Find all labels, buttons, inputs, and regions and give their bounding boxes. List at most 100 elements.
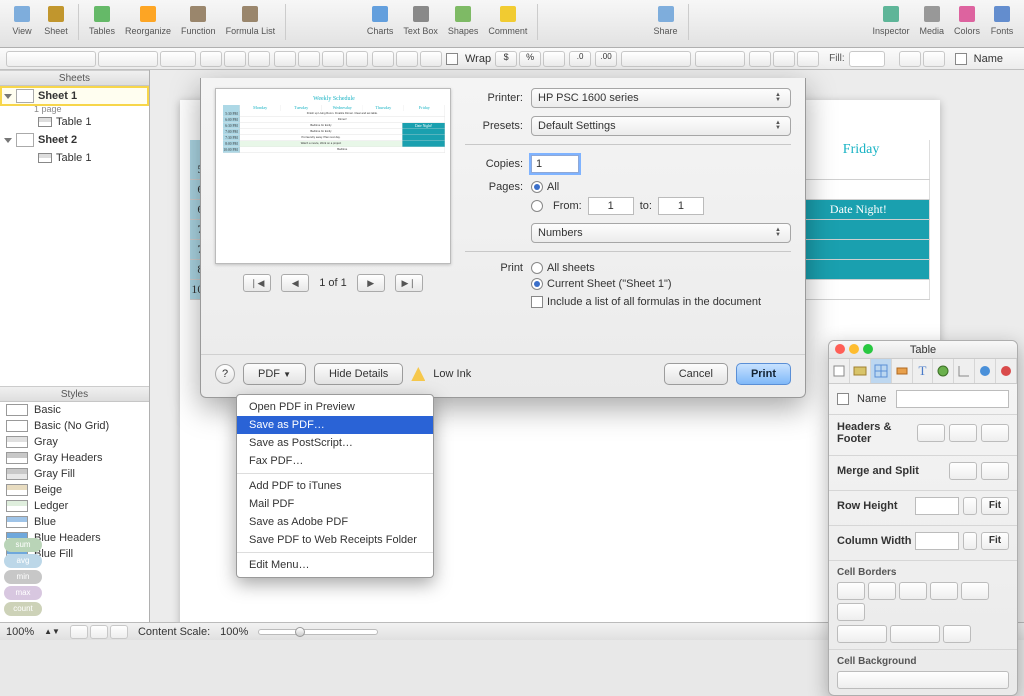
disclosure-icon[interactable] bbox=[4, 94, 12, 99]
header-cols-popup[interactable] bbox=[949, 424, 977, 442]
cell-bg-popup[interactable] bbox=[837, 671, 1009, 689]
quick-count[interactable]: count bbox=[4, 602, 42, 616]
quick-max[interactable]: max bbox=[4, 586, 42, 600]
border-color-well[interactable] bbox=[943, 625, 971, 643]
quick-min[interactable]: min bbox=[4, 570, 42, 584]
inspector-tab-metrics[interactable] bbox=[954, 359, 975, 383]
pages-range-radio[interactable] bbox=[531, 200, 543, 212]
style-blue[interactable]: Blue bbox=[0, 514, 149, 530]
inspector-tab-table[interactable] bbox=[871, 359, 892, 383]
cell-format-popup[interactable] bbox=[621, 51, 691, 67]
pdf-menu-item[interactable]: Save as PDF… bbox=[237, 416, 433, 434]
last-page-button[interactable]: ▶❘ bbox=[395, 274, 423, 292]
pages-all-radio[interactable] bbox=[531, 181, 543, 193]
style-basic-no-grid-[interactable]: Basic (No Grid) bbox=[0, 418, 149, 434]
border-weight-popup[interactable] bbox=[890, 625, 940, 643]
zoom-stepper-icon[interactable]: ▲▼ bbox=[44, 627, 60, 636]
decimals-inc-button[interactable]: .00 bbox=[595, 51, 617, 67]
border-inside-button[interactable] bbox=[899, 582, 927, 600]
border-weight-button[interactable] bbox=[773, 51, 795, 67]
name-checkbox[interactable]: Name bbox=[955, 53, 1003, 65]
toolbar-reorganize[interactable]: Reorganize bbox=[121, 2, 175, 36]
toolbar-tables[interactable]: Tables bbox=[85, 2, 119, 36]
valign-top-button[interactable] bbox=[372, 51, 394, 67]
zoom-value[interactable]: 100% bbox=[6, 626, 34, 638]
border-h-button[interactable] bbox=[961, 582, 989, 600]
toolbar-inspector[interactable]: Inspector bbox=[868, 2, 913, 36]
inspector-tab-cell[interactable] bbox=[892, 359, 913, 383]
toolbar-fonts[interactable]: Fonts bbox=[986, 2, 1018, 36]
style-ledger[interactable]: Ledger bbox=[0, 498, 149, 514]
toolbar-sheet[interactable]: Sheet bbox=[40, 2, 72, 36]
inspector-tab-chart[interactable] bbox=[975, 359, 996, 383]
toolbar-media[interactable]: Media bbox=[915, 2, 948, 36]
inspector-tab-sheet[interactable] bbox=[850, 359, 871, 383]
view-mode-3[interactable] bbox=[110, 625, 128, 639]
next-page-button[interactable]: ▶ bbox=[357, 274, 385, 292]
border-style-popup[interactable] bbox=[837, 625, 887, 643]
align-center-button[interactable] bbox=[298, 51, 320, 67]
pdf-menu[interactable]: Open PDF in PreviewSave as PDF…Save as P… bbox=[236, 394, 434, 578]
decimals-dec-button[interactable]: .0 bbox=[569, 51, 591, 67]
toolbar-colors[interactable]: Colors bbox=[950, 2, 984, 36]
all-sheets-radio[interactable] bbox=[531, 262, 543, 274]
pdf-menu-item[interactable]: Open PDF in Preview bbox=[237, 398, 433, 416]
col-width-stepper[interactable] bbox=[963, 532, 977, 550]
style-basic[interactable]: Basic bbox=[0, 402, 149, 418]
pdf-menu-item[interactable]: Fax PDF… bbox=[237, 452, 433, 470]
presets-popup[interactable]: Default Settings▲▼ bbox=[531, 116, 791, 136]
current-sheet-radio[interactable] bbox=[531, 278, 543, 290]
italic-button[interactable] bbox=[224, 51, 246, 67]
inspector-tab-text[interactable]: T bbox=[913, 359, 934, 383]
pdf-menu-item[interactable]: Save as Adobe PDF bbox=[237, 513, 433, 531]
col-width-fit-button[interactable]: Fit bbox=[981, 532, 1009, 550]
view-mode-2[interactable] bbox=[90, 625, 108, 639]
arrange-back-button[interactable] bbox=[923, 51, 945, 67]
table-item[interactable]: Table 1 bbox=[0, 114, 149, 130]
valign-mid-button[interactable] bbox=[396, 51, 418, 67]
style-gray[interactable]: Gray bbox=[0, 434, 149, 450]
help-button[interactable]: ? bbox=[215, 364, 235, 384]
from-input[interactable] bbox=[588, 197, 634, 215]
align-left-button[interactable] bbox=[274, 51, 296, 67]
row-height-fit-button[interactable]: Fit bbox=[981, 497, 1009, 515]
comma-button[interactable] bbox=[543, 51, 565, 67]
pdf-menu-item[interactable]: Save as PostScript… bbox=[237, 434, 433, 452]
include-formulas-checkbox[interactable] bbox=[531, 296, 543, 308]
align-justify-button[interactable] bbox=[346, 51, 368, 67]
style-beige[interactable]: Beige bbox=[0, 482, 149, 498]
table-item[interactable]: Table 1 bbox=[0, 150, 149, 166]
font-size[interactable] bbox=[160, 51, 196, 67]
printer-popup[interactable]: HP PSC 1600 series▲▼ bbox=[531, 88, 791, 108]
percent-button[interactable]: % bbox=[519, 51, 541, 67]
currency-button[interactable]: $ bbox=[495, 51, 517, 67]
prev-page-button[interactable]: ◀ bbox=[281, 274, 309, 292]
table-name-input[interactable] bbox=[896, 390, 1009, 408]
split-button[interactable] bbox=[981, 462, 1009, 480]
content-scale-slider[interactable] bbox=[258, 629, 378, 635]
pdf-menu-item[interactable]: Mail PDF bbox=[237, 495, 433, 513]
disclosure-icon[interactable] bbox=[4, 138, 12, 143]
toolbar-text-box[interactable]: Text Box bbox=[399, 2, 442, 36]
font-popup[interactable] bbox=[6, 51, 96, 67]
sheet-item-sheet-1[interactable]: Sheet 1 bbox=[0, 86, 149, 106]
quick-sum[interactable]: sum bbox=[4, 538, 42, 552]
hide-details-button[interactable]: Hide Details bbox=[314, 363, 403, 385]
row-height-stepper[interactable] bbox=[963, 497, 977, 515]
bold-button[interactable] bbox=[200, 51, 222, 67]
border-all-button[interactable] bbox=[837, 582, 865, 600]
border-outside-button[interactable] bbox=[868, 582, 896, 600]
fill-color-well[interactable] bbox=[849, 51, 885, 67]
pdf-menu-item[interactable]: Edit Menu… bbox=[237, 556, 433, 574]
header-rows-popup[interactable] bbox=[917, 424, 945, 442]
pdf-menu-item[interactable]: Save PDF to Web Receipts Folder bbox=[237, 531, 433, 549]
copies-input[interactable] bbox=[531, 155, 579, 173]
inspector-tab-link[interactable] bbox=[996, 359, 1017, 383]
toolbar-shapes[interactable]: Shapes bbox=[444, 2, 483, 36]
toolbar-comment[interactable]: Comment bbox=[484, 2, 531, 36]
app-options-popup[interactable]: Numbers▲▼ bbox=[531, 223, 791, 243]
toolbar-view[interactable]: View bbox=[6, 2, 38, 36]
toolbar-formula-list[interactable]: Formula List bbox=[222, 2, 280, 36]
first-page-button[interactable]: ❘◀ bbox=[243, 274, 271, 292]
print-button[interactable]: Print bbox=[736, 363, 791, 385]
